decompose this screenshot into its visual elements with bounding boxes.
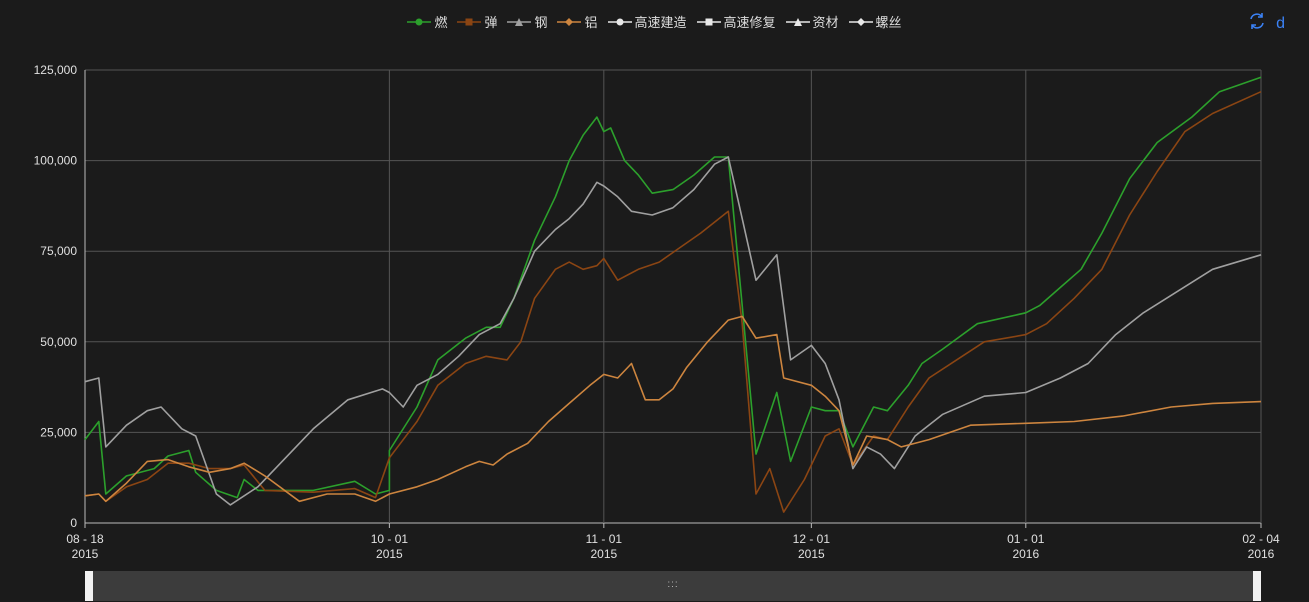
x-tick-label: 10 - 01	[371, 532, 409, 546]
y-tick-label: 100,000	[34, 154, 78, 168]
series-line	[84, 156, 1262, 506]
x-tick-label: 11 - 01	[586, 532, 623, 546]
x-tick-label: 08 - 18	[66, 532, 104, 546]
zoom-handle-left[interactable]	[85, 571, 93, 601]
x-tick-year-label: 2015	[590, 547, 617, 561]
x-tick-year-label: 2016	[1248, 547, 1275, 561]
y-tick-label: 0	[70, 516, 77, 530]
x-tick-label: 12 - 01	[793, 532, 831, 546]
zoom-grip[interactable]: :::	[667, 579, 678, 590]
series-line	[84, 90, 1262, 513]
x-tick-label: 02 - 04	[1242, 532, 1280, 546]
x-tick-year-label: 2015	[72, 547, 99, 561]
line-chart: 0 25,000 50,000 75,000 100,000 125,000 08 - 18…	[34, 63, 1280, 561]
y-tick-label: 75,000	[40, 244, 77, 258]
y-tick-label: 125,000	[34, 63, 78, 77]
y-tick-label: 50,000	[40, 335, 77, 349]
x-tick-year-label: 2016	[1012, 547, 1039, 561]
datazoom-slider[interactable]: :::	[85, 571, 1261, 601]
x-tick-year-label: 2015	[798, 547, 825, 561]
x-tick-label: 01 - 01	[1007, 532, 1045, 546]
series-line	[84, 315, 1262, 503]
zoom-handle-right[interactable]	[1253, 571, 1261, 601]
y-tick-label: 25,000	[40, 425, 77, 439]
x-tick-year-label: 2015	[376, 547, 403, 561]
chart-container: 燃弹钢铝高速建造 高速修复 资材 螺丝 d 0 25,000 50,000 75,000 10…	[0, 0, 1309, 602]
